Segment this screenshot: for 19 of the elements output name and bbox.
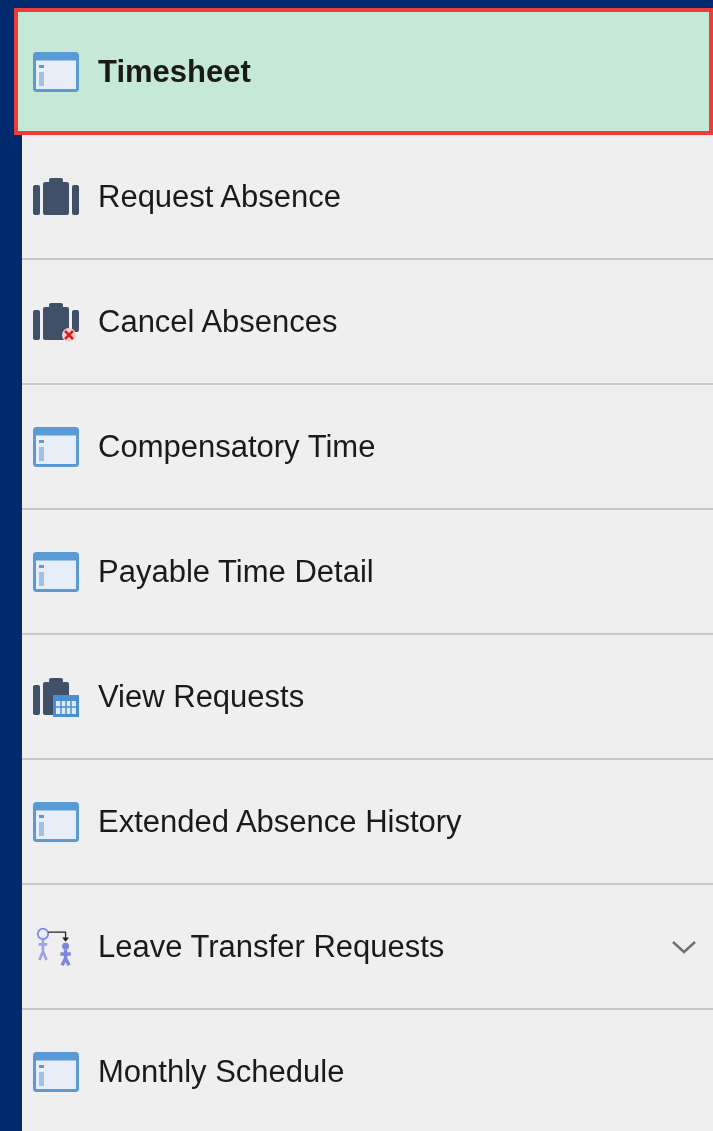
- menu-item-label: Compensatory Time: [98, 428, 376, 465]
- briefcase-cancel-icon: [33, 301, 79, 342]
- page-icon: [33, 551, 79, 592]
- page-icon: [33, 1051, 79, 1092]
- menu-item[interactable]: Timesheet: [14, 8, 713, 135]
- chevron-down-icon: [671, 938, 697, 955]
- menu-item-label: Extended Absence History: [98, 803, 462, 840]
- menu-item-label: Cancel Absences: [98, 303, 338, 340]
- briefcase-calendar-icon: [33, 676, 79, 717]
- page-icon: [33, 426, 79, 467]
- page-icon: [33, 51, 79, 92]
- menu-item-label: Payable Time Detail: [98, 553, 374, 590]
- briefcase-icon: [33, 176, 79, 217]
- menu-item-label: Request Absence: [98, 178, 341, 215]
- menu-item-label: Leave Transfer Requests: [98, 928, 445, 965]
- menu-item-label: Timesheet: [98, 53, 251, 90]
- menu-item-label: View Requests: [98, 678, 305, 715]
- page-icon: [33, 801, 79, 842]
- menu-item-label: Monthly Schedule: [98, 1053, 345, 1090]
